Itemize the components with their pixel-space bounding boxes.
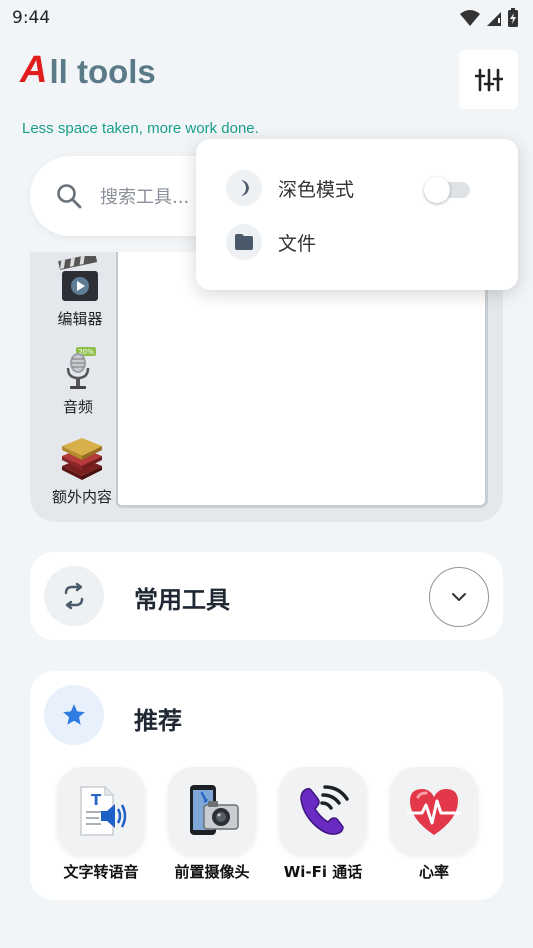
common-tools-card[interactable]: 常用工具 bbox=[30, 552, 503, 640]
menu-icon-circle bbox=[226, 170, 262, 206]
app-title: A ll tools bbox=[20, 48, 156, 94]
tool-front-camera[interactable]: 前置摄像头 bbox=[162, 767, 262, 882]
menu-label: 文件 bbox=[278, 232, 317, 255]
wifi-icon bbox=[460, 10, 480, 26]
tool-label: 前置摄像头 bbox=[174, 863, 250, 881]
menu-item-files[interactable]: 文件 bbox=[226, 223, 316, 261]
tool-text-to-speech[interactable]: T 文字转语音 bbox=[51, 767, 151, 882]
sliders-icon bbox=[474, 68, 503, 91]
tool-tile[interactable] bbox=[390, 767, 478, 855]
category-panel: 编辑器 20% 音频 额外内容 bbox=[30, 252, 503, 522]
tool-tile[interactable] bbox=[168, 767, 256, 855]
dark-mode-toggle[interactable] bbox=[424, 177, 472, 203]
folder-icon bbox=[235, 234, 253, 250]
star-icon bbox=[63, 704, 85, 725]
category-content-area bbox=[116, 252, 488, 508]
status-time: 9:44 bbox=[12, 8, 51, 28]
tool-label: Wi-Fi 通话 bbox=[283, 863, 363, 881]
app-logo: A bbox=[20, 48, 48, 91]
recommended-icon-circle bbox=[44, 685, 104, 745]
tool-label: 心率 bbox=[418, 863, 449, 881]
cell-signal-icon bbox=[487, 12, 501, 26]
category-item-audio[interactable]: 20% 音频 bbox=[30, 344, 130, 417]
tool-heart-rate[interactable]: 心率 bbox=[384, 767, 484, 882]
toggle-thumb bbox=[424, 177, 450, 203]
heart-rate-icon bbox=[406, 789, 462, 835]
battery-icon bbox=[508, 8, 518, 27]
menu-label: 深色模式 bbox=[278, 178, 355, 201]
menu-icon-circle bbox=[226, 224, 262, 260]
common-tools-icon-circle bbox=[44, 566, 104, 626]
tool-wifi-call[interactable]: Wi-Fi 通话 bbox=[273, 767, 373, 882]
expand-button[interactable] bbox=[429, 567, 489, 627]
tagline: Less space taken, more work done. bbox=[22, 120, 259, 137]
category-label: 音频 bbox=[62, 398, 93, 416]
search-icon bbox=[57, 184, 82, 209]
status-icons bbox=[459, 8, 519, 28]
chevron-down-icon bbox=[452, 593, 466, 601]
tool-tile[interactable] bbox=[279, 767, 367, 855]
moon-icon bbox=[241, 180, 249, 196]
tool-tile[interactable]: T bbox=[57, 767, 145, 855]
menu-item-dark-mode[interactable]: 深色模式 bbox=[226, 169, 354, 207]
settings-sliders-button[interactable] bbox=[459, 50, 518, 109]
wifi-call-icon bbox=[300, 785, 349, 835]
status-bar: 9:44 bbox=[0, 0, 533, 36]
settings-dropdown-menu: 深色模式 文件 bbox=[196, 139, 518, 290]
category-label: 编辑器 bbox=[57, 310, 103, 328]
common-tools-title: 常用工具 bbox=[134, 586, 230, 614]
app-title-text: ll tools bbox=[49, 53, 156, 90]
recommended-title: 推荐 bbox=[134, 707, 182, 735]
category-list: 编辑器 20% 音频 额外内容 bbox=[30, 252, 116, 522]
video-clapper-icon bbox=[58, 256, 98, 301]
tool-label: 文字转语音 bbox=[63, 863, 139, 881]
search-input[interactable]: 搜索工具... bbox=[100, 183, 189, 209]
front-camera-icon bbox=[190, 785, 239, 835]
text-to-speech-icon: T bbox=[80, 786, 127, 836]
svg-text:T: T bbox=[91, 791, 102, 809]
microphone-icon: 20% bbox=[66, 347, 96, 389]
recommended-card: 推荐 T 文字转语音 前置摄像头 Wi-Fi 通话 心率 bbox=[30, 671, 503, 900]
layers-stack-icon bbox=[62, 438, 102, 480]
loop-arrows-icon bbox=[64, 582, 84, 610]
category-label: 额外内容 bbox=[51, 488, 112, 506]
